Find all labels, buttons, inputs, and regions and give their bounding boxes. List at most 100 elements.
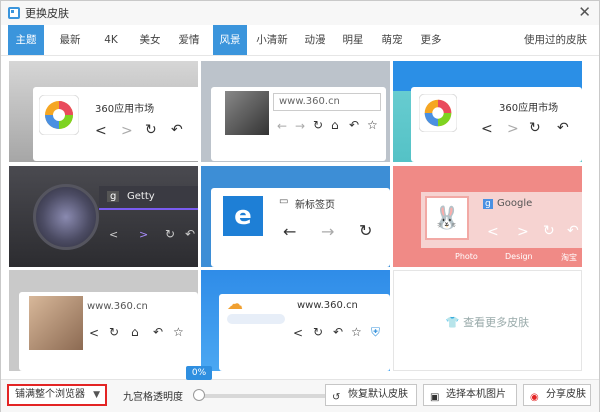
back-icon: <	[481, 121, 493, 137]
category-tabs: 主题 最新 4K 美女 爱情 风景 小清新 动漫 明星 萌宠 更多 使用过的皮肤	[1, 25, 599, 56]
skin-thumbnail[interactable]: 360应用市场 < > ↻ ↶	[9, 61, 198, 162]
bookmark-photo: Photo	[455, 252, 478, 261]
home-icon: ⌂	[131, 325, 139, 339]
skin-thumbnail[interactable]: 🐰 g Google < > ↻ ↶ Photo Design 淘宝	[393, 166, 582, 267]
tab-beauty[interactable]: 美女	[134, 25, 166, 55]
weibo-icon: ◉	[530, 392, 539, 403]
address-text: www.360.cn	[297, 300, 358, 311]
tab-theme[interactable]: 主题	[8, 25, 44, 55]
undo-icon: ↶	[171, 122, 183, 138]
forward-icon: →	[295, 119, 306, 133]
home-icon: ⌂	[331, 118, 339, 132]
title-bar: 更换皮肤 ✕	[1, 1, 599, 25]
undo-icon: ↶	[567, 223, 579, 239]
bookmark-taobao: 淘宝	[561, 253, 577, 262]
refresh-icon: ↻	[529, 120, 541, 136]
restore-default-button[interactable]: ↺ 恢复默认皮肤	[325, 384, 417, 406]
star-icon: ☆	[351, 325, 362, 339]
back-icon: ←	[277, 119, 288, 133]
fill-mode-select[interactable]: 铺满整个浏览器 ▼	[7, 384, 107, 406]
ie-logo-icon: e	[223, 196, 263, 236]
g-icon: g	[107, 191, 120, 202]
tab-pets[interactable]: 萌宠	[375, 25, 409, 55]
refresh-icon: ↻	[109, 325, 120, 339]
bunny-icon: 🐰	[425, 196, 469, 240]
tab-4k[interactable]: 4K	[95, 25, 127, 55]
star-icon: ☆	[367, 118, 378, 132]
forward-icon: >	[507, 121, 519, 137]
progress-strip	[227, 314, 285, 324]
chevron-down-icon: ▼	[93, 390, 100, 400]
tab-more[interactable]: 更多	[414, 25, 448, 55]
opacity-slider-thumb[interactable]	[193, 389, 205, 401]
shield-icon: ⛨	[371, 325, 381, 339]
tab-label: 新标签页	[295, 200, 335, 211]
skin-grid: 360应用市场 < > ↻ ↶ www.360.cn ← → ↻ ⌂ ↶ ☆ 3…	[9, 61, 591, 375]
used-skins-link[interactable]: 使用过的皮肤	[524, 25, 587, 55]
tab-latest[interactable]: 最新	[54, 25, 86, 55]
address-text: www.360.cn	[87, 301, 148, 312]
tab-label: 360应用市场	[95, 104, 155, 115]
skin-dialog: 更换皮肤 ✕ 主题 最新 4K 美女 爱情 风景 小清新 动漫 明星 萌宠 更多…	[0, 0, 600, 412]
palette-icon	[8, 7, 20, 19]
skin-thumbnail[interactable]: ☁ www.360.cn < ↻ ↶ ☆ ⛨	[201, 270, 390, 371]
app-market-icon	[419, 94, 457, 132]
portrait-image	[27, 294, 85, 352]
more-skins-label: 查看更多皮肤	[463, 316, 530, 329]
refresh-icon: ↻	[145, 122, 157, 138]
forward-icon: >	[517, 224, 529, 240]
skin-thumbnail[interactable]: www.360.cn < ↻ ⌂ ↶ ☆	[9, 270, 198, 371]
rainbow-cloud-icon: ☁	[227, 294, 243, 313]
refresh-icon: ↻	[165, 227, 176, 241]
opacity-label: 九宫格透明度	[123, 392, 183, 403]
forward-icon: >	[121, 123, 133, 139]
refresh-icon: ↻	[313, 118, 324, 132]
tab-fresh[interactable]: 小清新	[251, 25, 293, 55]
tab-stars[interactable]: 明星	[336, 25, 370, 55]
choose-local-image-button[interactable]: ▣ 选择本机图片	[423, 384, 517, 406]
tshirt-icon: 👕	[445, 316, 460, 329]
undo-icon: ↶	[333, 325, 344, 339]
tab-label: Google	[497, 198, 533, 209]
address-text: www.360.cn	[279, 96, 340, 107]
back-icon: <	[89, 326, 100, 340]
window-title: 更换皮肤	[25, 7, 69, 20]
refresh-icon: ↻	[543, 223, 555, 239]
fill-mode-value: 铺满整个浏览器	[15, 389, 85, 400]
choose-local-label: 选择本机图片	[446, 389, 506, 400]
refresh-icon: ↻	[359, 221, 373, 240]
back-icon: <	[487, 224, 499, 240]
tab-label: 360应用市场	[499, 103, 559, 114]
undo-icon: ↶	[557, 120, 569, 136]
new-tab-icon: ▭	[279, 196, 289, 207]
star-icon: ☆	[173, 325, 184, 339]
bookmark-design: Design	[505, 252, 533, 261]
forward-icon: →	[321, 222, 335, 241]
app-market-icon	[39, 95, 79, 135]
undo-icon: ↶	[185, 227, 196, 241]
dial-icon	[33, 184, 99, 250]
back-icon: <	[293, 326, 304, 340]
undo-icon: ↶	[349, 118, 360, 132]
close-icon[interactable]: ✕	[578, 3, 591, 21]
tab-anime[interactable]: 动漫	[298, 25, 332, 55]
restore-icon: ↺	[332, 392, 341, 403]
more-skins-link[interactable]: 👕 查看更多皮肤	[394, 314, 581, 330]
bottom-toolbar: 铺满整个浏览器 ▼ 九宫格透明度 0% ↺ 恢复默认皮肤 ▣ 选择本机图片 ◉ …	[1, 366, 599, 412]
share-skin-button[interactable]: ◉ 分享皮肤	[523, 384, 591, 406]
skin-thumbnail[interactable]: e ▭ 新标签页 ← → ↻	[201, 166, 390, 267]
back-icon: ←	[283, 222, 297, 241]
tab-love[interactable]: 爱情	[173, 25, 205, 55]
back-icon: <	[109, 228, 119, 241]
undo-icon: ↶	[153, 325, 164, 339]
refresh-icon: ↻	[313, 325, 324, 339]
tab-label: Getty	[127, 191, 155, 202]
more-skins-tile[interactable]: 👕 查看更多皮肤	[393, 270, 582, 371]
g-icon: g	[483, 199, 493, 209]
restore-default-label: 恢复默认皮肤	[348, 389, 408, 400]
skin-thumbnail[interactable]: www.360.cn ← → ↻ ⌂ ↶ ☆	[201, 61, 390, 162]
tab-landscape[interactable]: 风景	[213, 25, 247, 55]
skin-thumbnail[interactable]: 360应用市场 < > ↻ ↶	[393, 61, 582, 162]
image-icon: ▣	[430, 392, 440, 403]
skin-thumbnail[interactable]: g Getty < > ↻ ↶	[9, 166, 198, 267]
